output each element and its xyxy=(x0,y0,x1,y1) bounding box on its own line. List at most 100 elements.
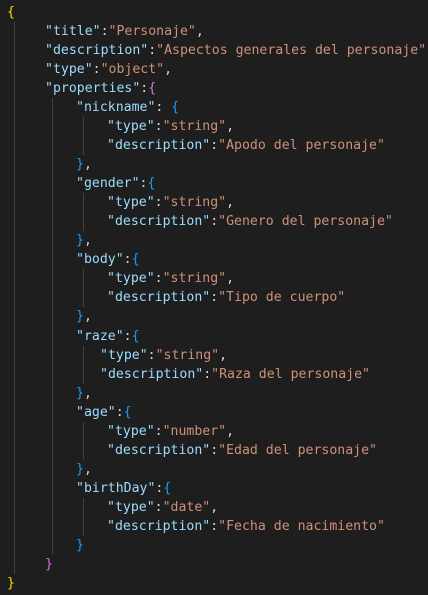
token-punc: : xyxy=(100,24,109,40)
token-str: "Personaje" xyxy=(108,24,196,40)
code-line[interactable]: "body":{ xyxy=(76,250,140,269)
code-line[interactable]: "description":"Aspectos generales del pe… xyxy=(45,41,428,60)
token-key: "title" xyxy=(45,24,101,40)
token-punc: : xyxy=(147,347,156,363)
token-punc: : xyxy=(155,100,172,116)
code-line[interactable]: } xyxy=(45,555,53,574)
code-line[interactable]: "nickname": { xyxy=(76,98,179,117)
token-str: "Edad del personaje" xyxy=(218,442,377,458)
token-str: "string" xyxy=(155,347,220,363)
token-brace1: { xyxy=(7,5,15,20)
code-line[interactable]: "properties":{ xyxy=(45,79,156,98)
token-punc: : xyxy=(154,271,163,287)
token-punc: : xyxy=(123,328,132,344)
token-punc: : xyxy=(210,138,219,154)
token-punc: : xyxy=(154,423,163,439)
token-punc: : xyxy=(115,404,124,420)
token-brace3: } xyxy=(76,461,84,477)
token-key: "description" xyxy=(107,214,211,230)
code-line[interactable]: "description":"Apodo del personaje" xyxy=(107,136,385,155)
code-line[interactable]: "type":"string", xyxy=(107,269,234,288)
token-brace3: { xyxy=(131,252,140,268)
code-line[interactable]: }, xyxy=(76,307,92,326)
code-line[interactable]: "type":"string", xyxy=(107,193,234,212)
code-line[interactable]: "gender":{ xyxy=(76,174,155,193)
code-line[interactable]: "type":"number", xyxy=(107,422,234,441)
code-line[interactable]: "type":"date", xyxy=(107,498,218,517)
code-line[interactable]: "description":"Genero del personaje" xyxy=(107,212,393,231)
token-str: "Aspectos generales del personaje" xyxy=(156,43,427,59)
token-key: "properties" xyxy=(45,81,141,97)
code-line[interactable]: "type":"string", xyxy=(100,346,227,365)
token-str: "number" xyxy=(162,423,227,439)
token-str: "Raza del personaje" xyxy=(211,366,370,382)
token-key: "description" xyxy=(100,366,204,382)
indent-guide xyxy=(83,193,84,232)
token-punc: , xyxy=(210,499,219,515)
code-line[interactable]: }, xyxy=(76,231,92,250)
token-brace3: { xyxy=(171,100,180,116)
token-punc: , xyxy=(226,195,235,211)
code-line[interactable]: }, xyxy=(76,384,92,403)
token-str: "Genero del personaje" xyxy=(218,214,393,230)
token-str: "string" xyxy=(162,195,227,211)
token-str: "Apodo del personaje" xyxy=(218,138,385,154)
token-key: "type" xyxy=(107,119,155,135)
code-line[interactable]: } xyxy=(7,574,15,593)
token-brace3: } xyxy=(76,309,84,325)
token-key: "type" xyxy=(107,499,155,515)
token-punc: : xyxy=(154,119,163,135)
token-str: "Tipo de cuerpo" xyxy=(218,290,346,306)
code-line[interactable]: "description":"Raza del personaje" xyxy=(100,365,370,384)
token-punc: : xyxy=(210,214,219,230)
indent-guide xyxy=(14,22,15,574)
token-key: "body" xyxy=(76,252,124,268)
code-line[interactable]: "title":"Personaje", xyxy=(45,22,204,41)
indent-guide xyxy=(83,497,84,536)
code-line[interactable]: "age":{ xyxy=(76,403,132,422)
token-key: "type" xyxy=(45,62,93,78)
token-punc: , xyxy=(195,24,204,40)
token-key: "description" xyxy=(107,518,211,534)
token-brace3: } xyxy=(76,233,84,249)
token-key: "gender" xyxy=(76,176,140,192)
token-punc: : xyxy=(203,366,212,382)
token-punc: , xyxy=(226,119,235,135)
indent-guide xyxy=(83,421,84,460)
token-str: "string" xyxy=(162,271,227,287)
token-key: "raze" xyxy=(76,328,124,344)
token-punc: : xyxy=(154,499,163,515)
code-line[interactable]: { xyxy=(7,3,15,22)
token-key: "type" xyxy=(107,271,155,287)
code-line[interactable]: } xyxy=(76,536,84,555)
code-line[interactable]: }, xyxy=(76,155,92,174)
token-punc: : xyxy=(210,442,219,458)
token-key: "age" xyxy=(76,404,116,420)
code-line[interactable]: "description":"Tipo de cuerpo" xyxy=(107,288,345,307)
token-punc: : xyxy=(210,290,219,306)
token-punc: : xyxy=(154,195,163,211)
code-line[interactable]: "type":"string", xyxy=(107,117,234,136)
token-brace3: { xyxy=(123,404,132,420)
indent-guide xyxy=(83,345,84,384)
code-line[interactable]: "description":"Edad del personaje" xyxy=(107,441,377,460)
code-line[interactable]: "type":"object", xyxy=(45,60,172,79)
token-punc: , xyxy=(83,461,92,477)
token-key: "description" xyxy=(107,442,211,458)
token-key: "description" xyxy=(45,43,149,59)
token-key: "nickname" xyxy=(76,100,156,116)
token-key: "description" xyxy=(107,138,211,154)
token-brace2: } xyxy=(45,556,53,572)
token-key: "type" xyxy=(100,347,148,363)
code-editor[interactable]: {"title":"Personaje", "description":"Aspe… xyxy=(0,0,428,595)
code-line[interactable]: }, xyxy=(76,460,92,479)
token-punc: , xyxy=(226,271,235,287)
token-brace2: { xyxy=(148,81,157,97)
token-punc: , xyxy=(83,309,92,325)
code-line[interactable]: "description":"Fecha de nacimiento" xyxy=(107,517,385,536)
code-line[interactable]: "birthDay":{ xyxy=(76,479,171,498)
token-punc: , xyxy=(164,62,173,78)
token-key: "type" xyxy=(107,423,155,439)
token-brace3: } xyxy=(76,157,84,173)
code-line[interactable]: "raze":{ xyxy=(76,327,140,346)
